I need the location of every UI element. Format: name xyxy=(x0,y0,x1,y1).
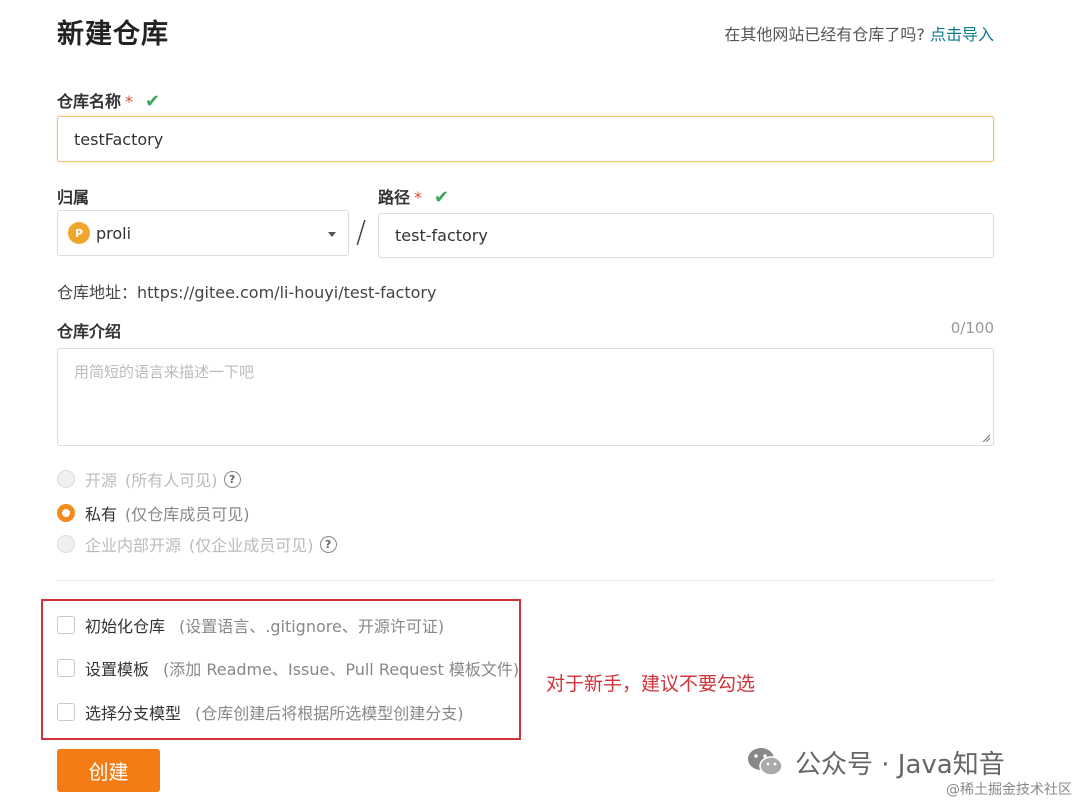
visibility-option-public[interactable]: 开源 (所有人可见) ? xyxy=(57,467,241,491)
radio-note: (所有人可见) xyxy=(125,471,218,490)
checkbox-note: (仓库创建后将根据所选模型创建分支) xyxy=(195,704,464,723)
description-placeholder: 用简短的语言来描述一下吧 xyxy=(74,363,255,381)
valid-check-icon: ✔ xyxy=(434,187,450,208)
visibility-option-private[interactable]: 私有 (仅仓库成员可见) xyxy=(57,501,250,525)
caret-down-icon xyxy=(328,232,336,237)
path-label-text: 路径 xyxy=(378,188,411,207)
owner-label: 归属 xyxy=(57,188,90,207)
radio-label: 企业内部开源 xyxy=(85,536,182,555)
checkbox-label: 初始化仓库 xyxy=(85,617,166,636)
create-button[interactable]: 创建 xyxy=(57,749,160,792)
import-link[interactable]: 点击导入 xyxy=(930,25,994,44)
path-value: test-factory xyxy=(395,226,488,245)
path-label: 路径 * ✔ xyxy=(378,184,449,208)
repo-name-input[interactable]: testFactory xyxy=(57,116,994,162)
checkbox-note: (添加 Readme、Issue、Pull Request 模板文件) xyxy=(163,660,520,679)
watermark-text: 公众号 · Java知音 xyxy=(795,749,1005,780)
required-mark: * xyxy=(414,188,423,207)
repo-name-label: 仓库名称 * ✔ xyxy=(57,88,160,112)
resize-handle-icon[interactable] xyxy=(982,434,990,442)
checkbox-init-repo[interactable] xyxy=(57,616,75,634)
option-init-repo[interactable]: 初始化仓库 (设置语言、.gitignore、开源许可证) xyxy=(57,613,444,637)
option-set-template[interactable]: 设置模板 (添加 Readme、Issue、Pull Request 模板文件) xyxy=(57,656,519,680)
radio-note: (仅企业成员可见) xyxy=(189,536,314,555)
description-textarea[interactable]: 用简短的语言来描述一下吧 xyxy=(57,348,994,446)
description-label: 仓库介绍 xyxy=(57,322,122,341)
import-hint: 在其他网站已经有仓库了吗? 点击导入 xyxy=(724,21,994,45)
owner-select[interactable]: P proli xyxy=(57,210,349,256)
checkbox-branch-model[interactable] xyxy=(57,703,75,721)
page-title: 新建仓库 xyxy=(57,19,169,50)
required-mark: * xyxy=(125,92,134,111)
owner-value: proli xyxy=(96,223,132,243)
wechat-icon xyxy=(748,748,783,776)
radio-enterprise[interactable] xyxy=(57,535,75,553)
description-counter: 0/100 xyxy=(950,319,994,337)
radio-note: (仅仓库成员可见) xyxy=(125,505,250,524)
radio-private[interactable] xyxy=(57,504,75,522)
option-branch-model[interactable]: 选择分支模型 (仓库创建后将根据所选模型创建分支) xyxy=(57,700,464,724)
avatar: P xyxy=(68,222,90,244)
watermark: 公众号 · Java知音 xyxy=(745,742,1005,782)
radio-public[interactable] xyxy=(57,470,75,488)
help-icon[interactable]: ? xyxy=(319,535,337,553)
help-icon[interactable]: ? xyxy=(223,470,241,488)
repo-name-value: testFactory xyxy=(74,129,164,149)
radio-label: 私有 xyxy=(85,505,118,524)
divider xyxy=(57,580,994,581)
repo-url: 仓库地址：https://gitee.com/li-houyi/test-fac… xyxy=(57,283,437,302)
watermark-sub: @稀土掘金技术社区 xyxy=(946,782,1072,798)
radio-label: 开源 xyxy=(85,471,118,490)
checkbox-label: 选择分支模型 xyxy=(85,704,182,723)
checkbox-set-template[interactable] xyxy=(57,659,75,677)
checkbox-label: 设置模板 xyxy=(85,660,150,679)
path-input[interactable]: test-factory xyxy=(378,213,994,258)
repo-name-label-text: 仓库名称 xyxy=(57,92,122,111)
checkbox-note: (设置语言、.gitignore、开源许可证) xyxy=(179,617,445,636)
path-separator: / xyxy=(356,215,367,250)
visibility-option-enterprise[interactable]: 企业内部开源 (仅企业成员可见) ? xyxy=(57,532,337,556)
annotation-text: 对于新手，建议不要勾选 xyxy=(546,673,756,695)
import-prompt: 在其他网站已经有仓库了吗? xyxy=(724,25,925,44)
valid-check-icon: ✔ xyxy=(145,91,161,112)
